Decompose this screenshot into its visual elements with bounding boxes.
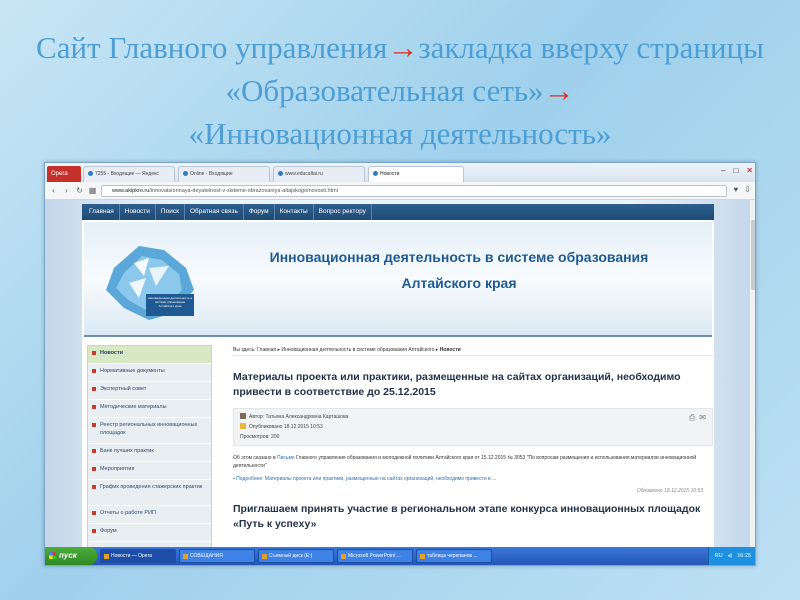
breadcrumb-current: Новости [439, 347, 461, 353]
article-meta: Автор: Татьяна Александровна Карташова О… [233, 408, 713, 446]
sidebar-item-methodical-materials[interactable]: Методические материалы [88, 400, 211, 418]
clock[interactable]: 16:25 [737, 553, 751, 559]
site-sidebar: Новости Нормативные документы Экспертный… [87, 345, 212, 550]
taskbar: пуск Новости — Opera СОВЕЩАНИЯ Съемный д… [45, 547, 755, 565]
title-part-1: Сайт Главного управления [36, 30, 388, 65]
bullet-icon [92, 529, 96, 533]
bullet-icon [92, 423, 96, 427]
logo-text: инновационная деятельность в системе обр… [148, 296, 192, 308]
sidebar-item-forum[interactable]: Форум [88, 524, 211, 542]
calendar-icon [240, 423, 246, 429]
nav-forum[interactable]: Форум [244, 204, 275, 220]
window-controls: – □ ✕ [721, 166, 753, 175]
bullet-icon [92, 467, 96, 471]
task-table[interactable]: таблица черепанов ... [416, 549, 492, 563]
minimize-icon[interactable]: – [721, 166, 725, 175]
maximize-icon[interactable]: □ [733, 166, 738, 175]
tab-bar: Opera 7255 - Входящие — Яндекс Online - … [45, 163, 755, 182]
reload-icon[interactable]: ↻ [75, 186, 84, 195]
sidebar-item-normative-docs[interactable]: Нормативные документы [88, 364, 211, 382]
article-tools: ⎙ ✉ [689, 413, 706, 423]
task-removable-disk[interactable]: Съемный диск (E:) [258, 549, 334, 563]
sidebar-item-registry[interactable]: Реестр региональных инновационных площад… [88, 418, 211, 444]
task-powerpoint[interactable]: Microsoft PowerPoint ... [337, 549, 413, 563]
bullet-icon [92, 405, 96, 409]
nav-feedback[interactable]: Обратная связь [185, 204, 244, 220]
mail-icon [183, 171, 188, 176]
sidebar-item-reports[interactable]: Отчеты о работе РИП [88, 506, 211, 524]
bullet-icon [92, 351, 96, 355]
site-banner: инновационная деятельность в системе обр… [84, 222, 712, 337]
back-icon[interactable]: ‹ [49, 186, 58, 195]
article-body: Об этом сказано в Письме Главного управл… [233, 455, 697, 469]
slide-title: Сайт Главного управления→закладка вверху… [0, 26, 800, 155]
page-icon [373, 171, 378, 176]
bullet-icon [92, 511, 96, 515]
grid-icon[interactable]: ▦ [88, 186, 97, 195]
read-more-link[interactable]: ▪ Подробнее: Материалы проекта или практ… [233, 476, 713, 482]
updated-date: Обновлено 18.12.2015 10:53 [636, 488, 703, 494]
email-icon[interactable]: ✉ [699, 413, 706, 423]
arrow-1: → [387, 30, 419, 65]
site-nav: Главная Новости Поиск Обратная связь Фор… [82, 204, 714, 220]
banner-title: Инновационная деятельность в системе обр… [269, 249, 649, 291]
heart-icon[interactable]: ♥ [734, 185, 739, 194]
article-2-title[interactable]: Приглашаем принять участие в регионально… [233, 502, 713, 532]
page-icon [278, 171, 283, 176]
arrow-2: → [543, 73, 575, 108]
address-bar-tools: ♥ ⇩ [734, 185, 751, 194]
start-button[interactable]: пуск [45, 547, 97, 565]
nav-search[interactable]: Поиск [156, 204, 185, 220]
opera-menu-button[interactable]: Opera [47, 166, 81, 182]
sidebar-item-schedule[interactable]: График проведения стажерских практик [88, 480, 211, 506]
nav-news[interactable]: Новости [120, 204, 156, 220]
sidebar-item-news[interactable]: Новости [88, 346, 211, 364]
page-viewport: Главная Новости Поиск Обратная связь Фор… [45, 200, 755, 550]
nav-home[interactable]: Главная [84, 204, 120, 220]
breadcrumb: Вы здесь: Главная ▸ Инновационная деятел… [233, 345, 713, 356]
nav-contacts[interactable]: Контакты [275, 204, 314, 220]
title-part-3: «Инновационная деятельность» [188, 116, 612, 151]
system-tray: RU ◂) 16:25 [707, 547, 755, 565]
volume-icon[interactable]: ◂) [728, 553, 733, 559]
url-field[interactable]: www.akipkro.ru/innovatsionnaya-deyatelno… [101, 184, 727, 197]
tab-online-mail[interactable]: Online - Входящие [178, 166, 270, 182]
bullet-icon [92, 449, 96, 453]
altai-map-logo [106, 246, 194, 320]
nav-ask-rector[interactable]: Вопрос ректору [314, 204, 372, 220]
close-icon[interactable]: ✕ [746, 166, 753, 175]
task-opera[interactable]: Новости — Opera [100, 549, 176, 563]
bullet-icon [92, 387, 96, 391]
letter-link[interactable]: Письме [277, 455, 295, 461]
task-meetings[interactable]: СОВЕЩАНИЯ [179, 549, 255, 563]
article-title[interactable]: Материалы проекта или практики, размещен… [233, 370, 713, 400]
windows-logo-icon [49, 552, 56, 559]
download-icon[interactable]: ⇩ [744, 185, 751, 194]
browser-screenshot: Opera 7255 - Входящие — Яндекс Online - … [44, 162, 756, 566]
sidebar-item-events[interactable]: Мероприятия [88, 462, 211, 480]
main-content: Вы здесь: Главная ▸ Инновационная деятел… [233, 345, 713, 545]
tab-yandex-mail[interactable]: 7255 - Входящие — Яндекс [83, 166, 175, 182]
author-icon [240, 413, 246, 419]
bullet-icon [92, 485, 96, 489]
sidebar-item-best-practices[interactable]: Банк лучших практик [88, 444, 211, 462]
page-scrollbar[interactable] [749, 200, 755, 549]
tab-educaltai[interactable]: www.educaltai.ru [273, 166, 365, 182]
forward-icon[interactable]: › [62, 186, 71, 195]
breadcrumb-home[interactable]: Главная [257, 347, 276, 353]
breadcrumb-section[interactable]: Инновационная деятельность в системе обр… [281, 347, 434, 353]
address-bar: ‹ › ↻ ▦ www.akipkro.ru/innovatsionnaya-d… [45, 182, 755, 200]
sidebar-item-expert-council[interactable]: Экспертный совет [88, 382, 211, 400]
mail-icon [88, 171, 93, 176]
print-icon[interactable]: ⎙ [689, 413, 695, 423]
tab-news[interactable]: Новости [368, 166, 464, 182]
language-indicator[interactable]: RU [715, 553, 723, 559]
bullet-icon [92, 369, 96, 373]
scrollbar-thumb[interactable] [751, 220, 755, 290]
